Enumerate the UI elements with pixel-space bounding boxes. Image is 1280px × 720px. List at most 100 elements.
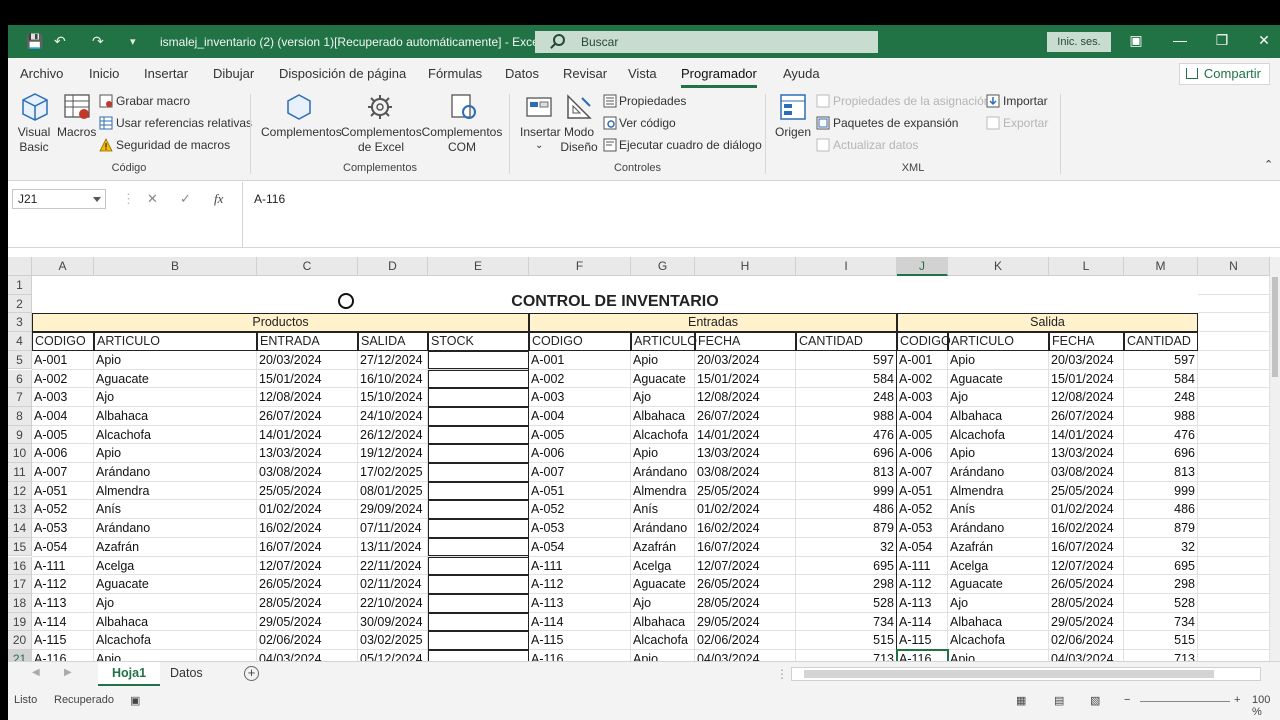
cell-articulo[interactable]: Ajo (94, 594, 257, 613)
visual-basic-button[interactable]: Visual Basic (14, 125, 54, 155)
tab-dibujar[interactable]: Dibujar (213, 66, 254, 81)
cell-codigo[interactable]: A-052 (32, 500, 94, 519)
cell-entrada-codigo[interactable]: A-053 (529, 519, 631, 538)
cell-entrada-cantidad[interactable]: 584 (796, 370, 897, 389)
cell-salida-cantidad[interactable]: 528 (1124, 594, 1198, 613)
cell-salida-articulo[interactable]: Alcachofa (948, 426, 1049, 445)
cell-entrada[interactable]: 01/02/2024 (257, 500, 358, 519)
cell-entrada-fecha[interactable]: 25/05/2024 (695, 482, 796, 501)
cell-codigo[interactable]: A-051 (32, 482, 94, 501)
search-box[interactable]: Buscar (535, 31, 878, 53)
vertical-scrollbar[interactable] (1270, 257, 1280, 661)
cell-codigo[interactable]: A-111 (32, 557, 94, 576)
column-header-f[interactable]: F (529, 257, 631, 276)
cell-codigo[interactable]: A-002 (32, 370, 94, 389)
cell-salida-cantidad[interactable]: 597 (1124, 351, 1198, 370)
cell-entrada-articulo[interactable]: Aguacate (631, 370, 695, 389)
cell-entrada[interactable]: 15/01/2024 (257, 370, 358, 389)
cell-salida-codigo[interactable]: A-113 (897, 594, 948, 613)
cell-articulo[interactable]: Arándano (94, 463, 257, 482)
redo-icon[interactable]: ↷ (92, 33, 104, 50)
add-ins-button[interactable]: Complementos (261, 125, 342, 139)
cell-salida-articulo[interactable]: Azafrán (948, 538, 1049, 557)
cell-salida-codigo[interactable]: A-054 (897, 538, 948, 557)
cell-codigo[interactable]: A-003 (32, 388, 94, 407)
column-header-n[interactable]: N (1198, 257, 1270, 276)
cell-stock[interactable] (428, 556, 529, 576)
cell-salida[interactable]: 05/12/2024 (358, 650, 428, 661)
cell-entrada-cantidad[interactable]: 879 (796, 519, 897, 538)
cell-salida-articulo[interactable]: Apio (948, 351, 1049, 370)
worksheet-grid[interactable]: ABCDEFGHIJKLMN 1 2 3 4 5 6 7 8 9 10 11 12 13 14 15 16 17… (8, 257, 1270, 661)
cell-stock[interactable] (428, 444, 529, 463)
cell-salida-codigo[interactable]: A-114 (897, 613, 948, 632)
cell-salida-fecha[interactable]: 25/05/2024 (1049, 482, 1124, 501)
cell-entrada-codigo[interactable]: A-116 (529, 650, 631, 661)
cell-salida-articulo[interactable]: Ajo (948, 388, 1049, 407)
cell-entrada-articulo[interactable]: Apio (631, 444, 695, 463)
cell-entrada[interactable]: 04/03/2024 (257, 650, 358, 661)
cell-salida-fecha[interactable]: 12/08/2024 (1049, 388, 1124, 407)
row-header-13[interactable]: 13 (8, 500, 32, 520)
cell-entrada-articulo[interactable]: Acelga (631, 557, 695, 576)
row-header-1[interactable]: 1 (8, 276, 32, 295)
tab-inicio[interactable]: Inicio (89, 66, 119, 81)
cell-salida-articulo[interactable]: Almendra (948, 482, 1049, 501)
cell-entrada-cantidad[interactable]: 695 (796, 557, 897, 576)
cell-salida-cantidad[interactable]: 695 (1124, 557, 1198, 576)
column-header-k[interactable]: K (948, 257, 1049, 276)
cell-salida-articulo[interactable]: Acelga (948, 557, 1049, 576)
tabs-split-handle-icon[interactable]: ⋮ (776, 667, 788, 681)
cell-entrada-fecha[interactable]: 04/03/2024 (695, 650, 796, 661)
cell-entrada-articulo[interactable]: Ajo (631, 388, 695, 407)
cell-salida-articulo[interactable]: Albahaca (948, 407, 1049, 426)
properties-button[interactable]: Propiedades (619, 94, 686, 108)
cell-entrada-fecha[interactable]: 03/08/2024 (695, 463, 796, 482)
cell-salida[interactable]: 17/02/2025 (358, 463, 428, 482)
cell-salida-fecha[interactable]: 26/07/2024 (1049, 407, 1124, 426)
cell-salida-codigo[interactable]: A-001 (897, 351, 948, 370)
cell-entrada-fecha[interactable]: 12/08/2024 (695, 388, 796, 407)
cell-entrada-codigo[interactable]: A-005 (529, 426, 631, 445)
macro-record-icon[interactable]: ▣ (130, 694, 140, 707)
cell-entrada-fecha[interactable]: 14/01/2024 (695, 426, 796, 445)
row-header-17[interactable]: 17 (8, 575, 32, 594)
cell-salida-articulo[interactable]: Aguacate (948, 370, 1049, 389)
column-header-c[interactable]: C (257, 257, 358, 276)
cell-entrada-cantidad[interactable]: 713 (796, 650, 897, 661)
ribbon-display-options-icon[interactable]: ▣ (1124, 32, 1148, 49)
cell-entrada[interactable]: 13/03/2024 (257, 444, 358, 463)
cell-entrada-fecha[interactable]: 26/07/2024 (695, 407, 796, 426)
cell-entrada[interactable]: 02/06/2024 (257, 631, 358, 650)
cell-articulo[interactable]: Apio (94, 444, 257, 463)
page-break-view-icon[interactable]: ▧ (1090, 694, 1100, 707)
cell-salida-fecha[interactable]: 13/03/2024 (1049, 444, 1124, 463)
relative-references-button[interactable]: Usar referencias relativas (116, 116, 252, 130)
cell-stock[interactable] (428, 519, 529, 538)
cell-stock[interactable] (428, 406, 529, 426)
cell-entrada-cantidad[interactable]: 999 (796, 482, 897, 501)
cell-articulo[interactable]: Anís (94, 500, 257, 519)
cell-entrada-articulo[interactable]: Anís (631, 500, 695, 519)
cell-codigo[interactable]: A-115 (32, 631, 94, 650)
cell-salida-fecha[interactable]: 01/02/2024 (1049, 500, 1124, 519)
expansion-packs-button[interactable]: Paquetes de expansión (833, 116, 958, 130)
excel-add-ins-button[interactable]: Complementos de Excel (341, 125, 422, 155)
cell-entrada-codigo[interactable]: A-002 (529, 370, 631, 389)
cell-entrada-fecha[interactable]: 26/05/2024 (695, 575, 796, 594)
macros-button[interactable]: Macros (57, 125, 96, 139)
save-icon[interactable]: 💾 (26, 33, 43, 50)
cell-entrada[interactable]: 29/05/2024 (257, 613, 358, 632)
cell-entrada-codigo[interactable]: A-006 (529, 444, 631, 463)
cell-stock[interactable] (428, 650, 529, 661)
cell-codigo[interactable]: A-053 (32, 519, 94, 538)
cell-salida-cantidad[interactable]: 813 (1124, 463, 1198, 482)
cell-salida[interactable]: 22/10/2024 (358, 594, 428, 613)
cell-entrada-codigo[interactable]: A-115 (529, 631, 631, 650)
cell-entrada-codigo[interactable]: A-051 (529, 482, 631, 501)
run-dialog-button[interactable]: Ejecutar cuadro de diálogo (619, 138, 762, 152)
view-code-button[interactable]: Ver código (619, 116, 676, 130)
column-header-h[interactable]: H (695, 257, 796, 276)
row-header-9[interactable]: 9 (8, 425, 32, 445)
com-add-ins-button[interactable]: Complementos COM (421, 125, 503, 155)
